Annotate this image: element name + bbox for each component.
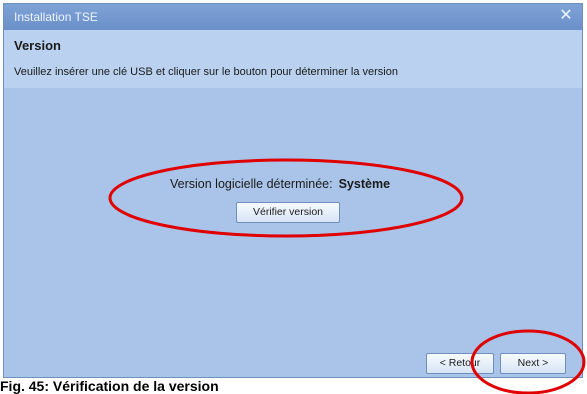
close-icon[interactable]: ✕ [556, 6, 576, 26]
instruction-text: Veuillez insérer une clé USB et cliquer … [14, 66, 398, 78]
back-button[interactable]: < Retour [426, 353, 494, 374]
figure-caption: Fig. 45: Vérification de la version [0, 378, 219, 394]
title-bar: Installation TSE ✕ [4, 4, 582, 30]
version-label: Version logicielle déterminée: [170, 177, 333, 191]
page-title: Version [14, 38, 61, 53]
window-title: Installation TSE [14, 10, 98, 24]
verify-version-button[interactable]: Vérifier version [236, 202, 340, 223]
next-button[interactable]: Next > [500, 353, 566, 374]
dialog-header: Version Veuillez insérer une clé USB et … [4, 30, 582, 88]
version-status: Version logicielle déterminée: Système [170, 177, 390, 191]
version-value: Système [338, 177, 391, 191]
